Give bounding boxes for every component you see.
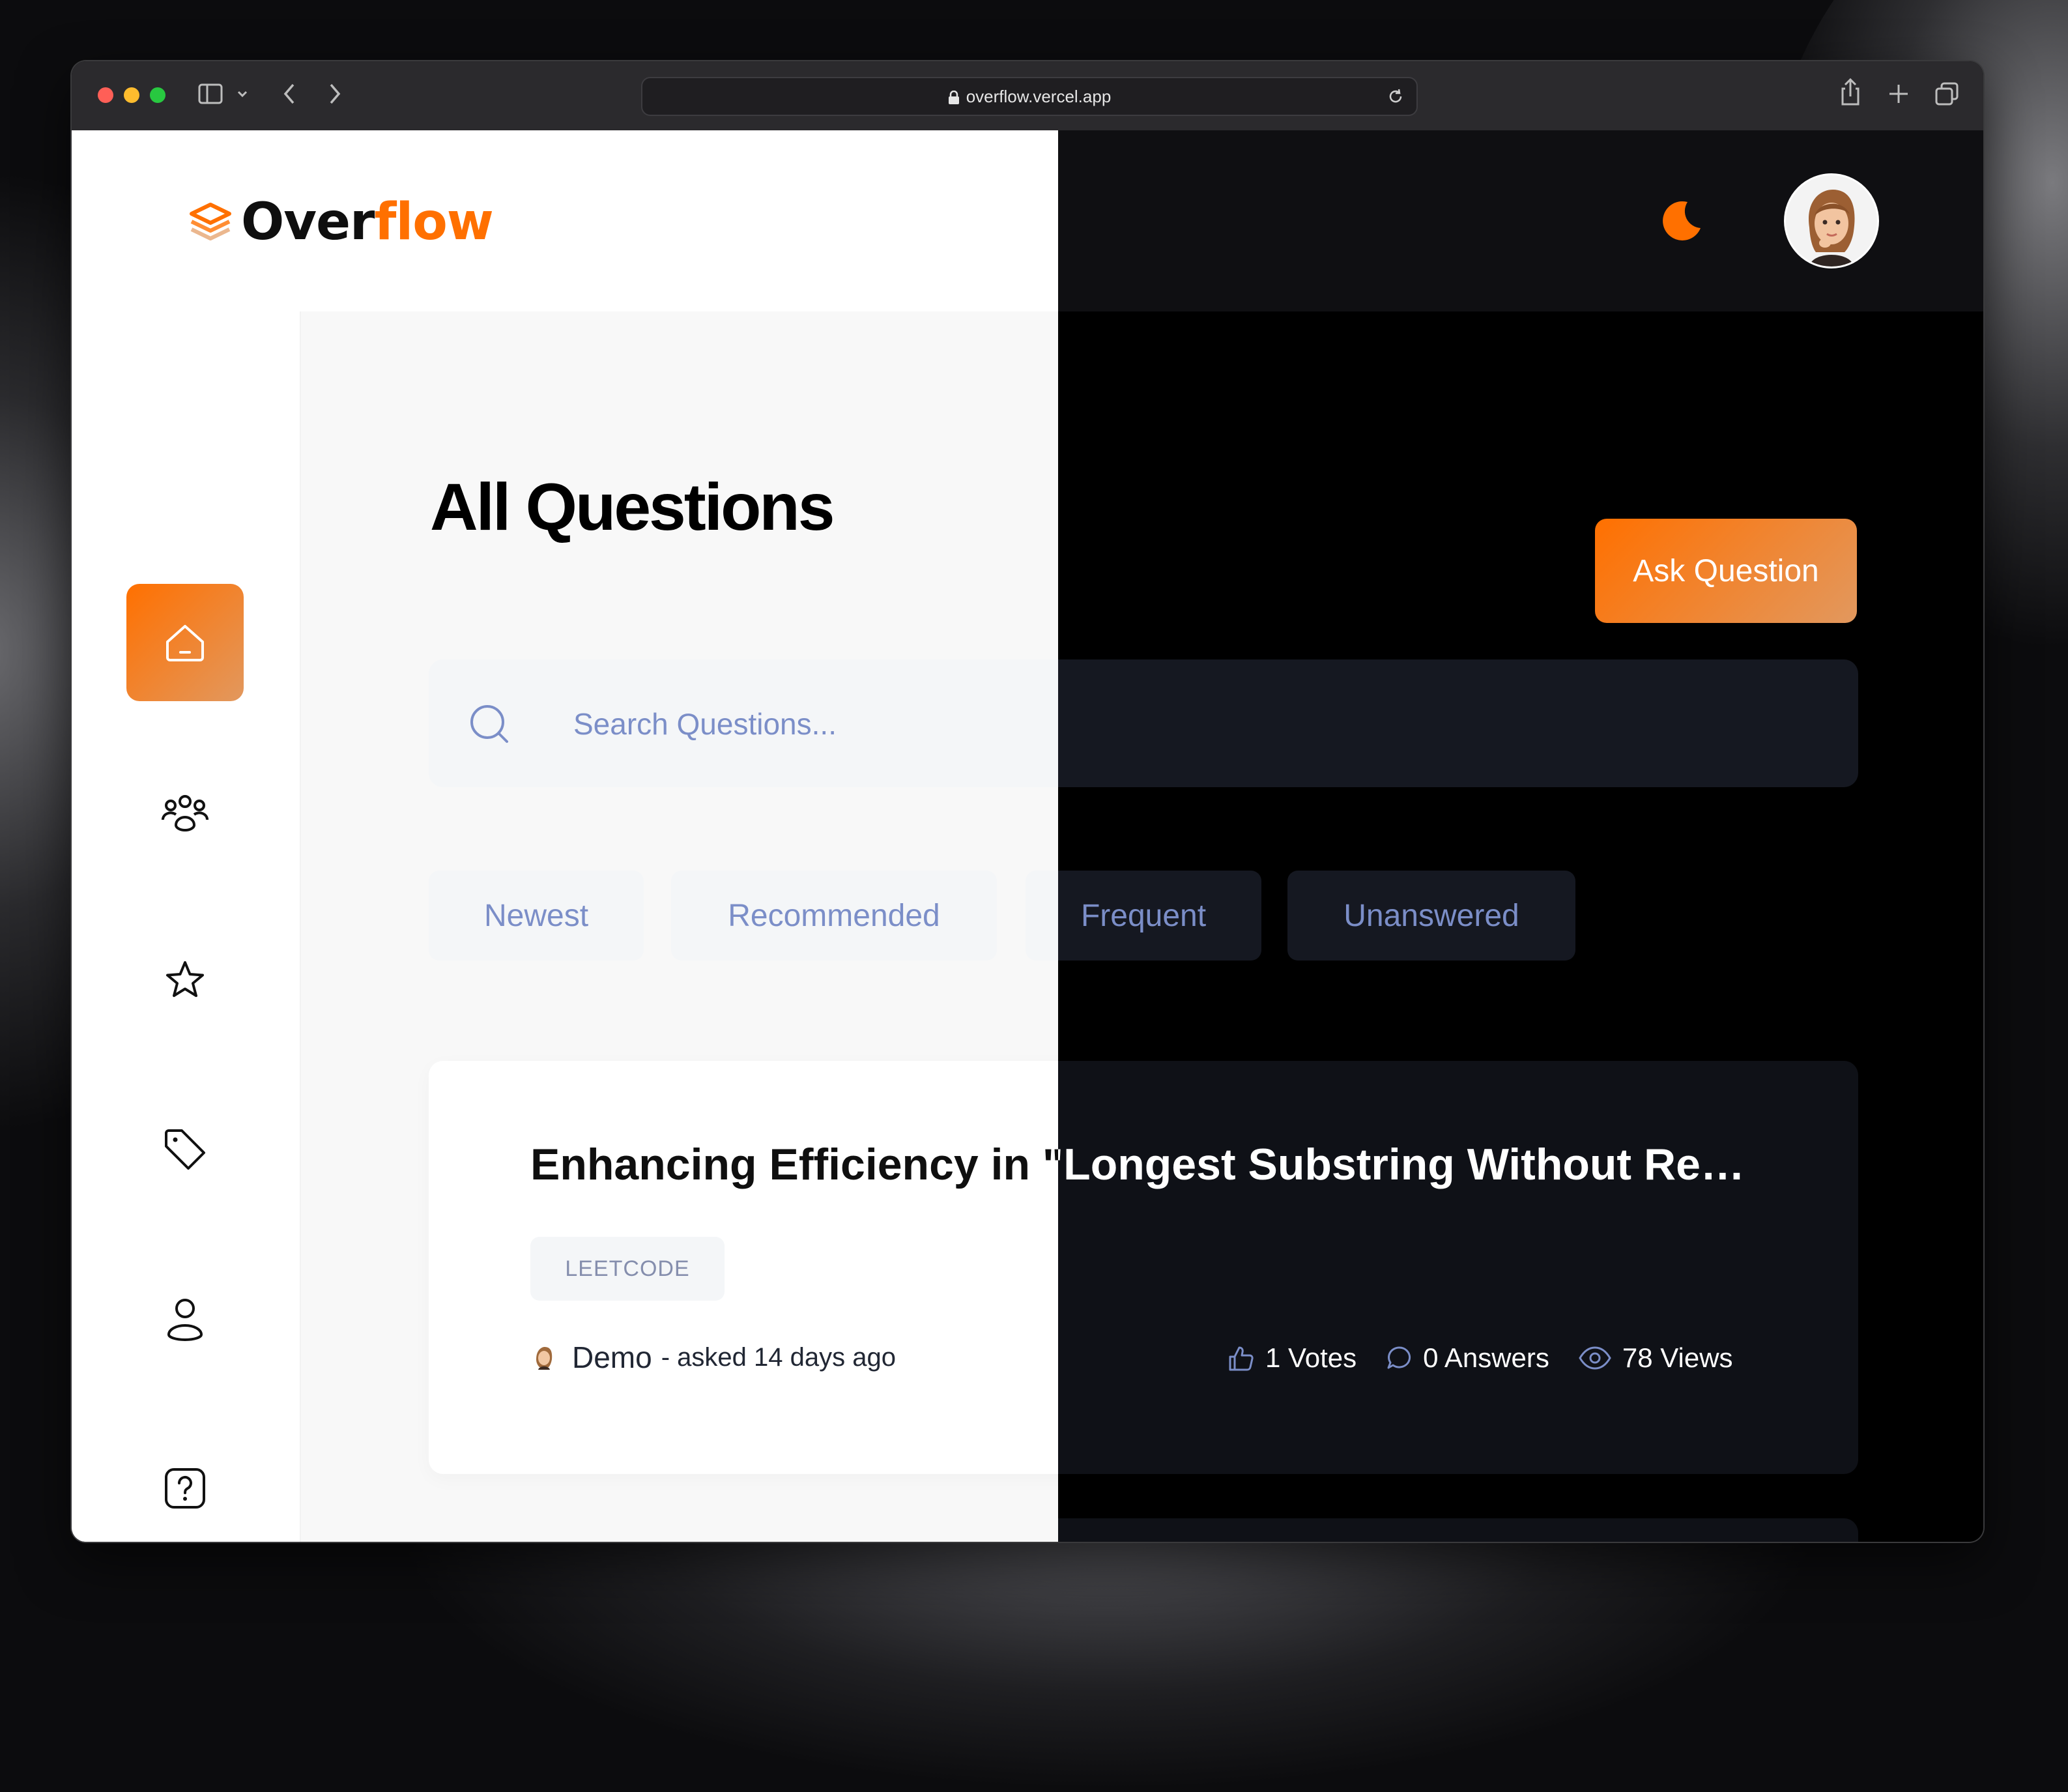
user-icon — [167, 1299, 203, 1341]
message-circle-icon — [1387, 1346, 1411, 1369]
navbar: Overflow — [72, 130, 1058, 311]
new-tab-icon[interactable] — [1887, 81, 1910, 107]
star-icon — [166, 961, 204, 997]
question-card-dark[interactable]: Enhancing Efficiency in "Longest Substri… — [1058, 1061, 1858, 1474]
logo-text-over: Over — [241, 193, 375, 252]
sidebar-item-community[interactable] — [126, 753, 244, 871]
forward-icon[interactable] — [324, 81, 345, 107]
question-stats: 1 Votes 0 Answers 78 Views — [1226, 1342, 1762, 1374]
question-author: Demo - asked 14 days ago — [530, 1340, 896, 1375]
search-input[interactable] — [572, 696, 1058, 752]
stack-logo-icon — [190, 203, 231, 240]
votes-stat: 1 Votes — [1226, 1342, 1357, 1374]
views-count: 78 Views — [1622, 1342, 1733, 1373]
filter-newest[interactable]: Newest — [429, 871, 644, 961]
users-icon — [162, 795, 208, 831]
moon-icon[interactable] — [1654, 195, 1706, 248]
votes-count: 1 Votes — [1265, 1342, 1357, 1373]
share-icon[interactable] — [1839, 77, 1862, 107]
logo[interactable]: Overflow — [186, 193, 494, 252]
views-stat: 78 Views — [1578, 1342, 1733, 1374]
user-avatar-image — [1786, 175, 1877, 267]
sidebar-item-collections[interactable] — [126, 921, 244, 1039]
tab-overview-icon[interactable] — [1934, 81, 1960, 107]
search-bar-dark[interactable] — [1058, 659, 1858, 787]
maximize-window-button[interactable] — [150, 87, 165, 103]
sidebar-toggle-icon[interactable] — [197, 81, 225, 107]
answers-count: 0 Answers — [1423, 1342, 1549, 1373]
question-title[interactable]: Enhancing Efficiency in "Longest Substri… — [530, 1139, 1058, 1190]
dark-theme-half: Ask Question Frequent Unanswered Enhanci… — [1058, 130, 1983, 1542]
close-window-button[interactable] — [98, 87, 113, 103]
eye-icon — [1579, 1346, 1611, 1370]
author-avatar[interactable] — [530, 1344, 558, 1371]
filter-frequent[interactable]: Frequent — [1026, 871, 1058, 961]
lock-icon — [948, 91, 959, 105]
ask-question-button[interactable]: Ask Question — [1595, 519, 1857, 623]
browser-toolbar: overflow.vercel.app — [72, 61, 1983, 132]
chevron-down-icon[interactable] — [236, 87, 249, 100]
question-title-dark[interactable]: Enhancing Efficiency in "Longest Substri… — [1058, 1139, 1768, 1190]
asked-time: - asked 14 days ago — [661, 1342, 896, 1372]
thumbs-up-icon — [1229, 1346, 1254, 1371]
search-icon — [470, 705, 508, 743]
tag-icon — [165, 1129, 205, 1170]
minimize-window-button[interactable] — [124, 87, 139, 103]
filter-frequent-dark[interactable]: Frequent — [1058, 871, 1261, 961]
question-card[interactable]: Enhancing Efficiency in "Longest Substri… — [429, 1061, 1058, 1474]
search-bar[interactable] — [429, 659, 1058, 787]
url-text: overflow.vercel.app — [966, 87, 1112, 106]
home-icon — [166, 625, 204, 661]
question-icon — [165, 1468, 205, 1509]
answers-stat: 0 Answers — [1385, 1342, 1549, 1374]
sidebar-item-tags[interactable] — [126, 1091, 244, 1208]
page: Overflow All Questions Search Questions.… — [72, 130, 1983, 1542]
page-title: All Questions — [430, 470, 835, 544]
reload-icon[interactable] — [1386, 87, 1405, 106]
author-name[interactable]: Demo — [572, 1340, 652, 1375]
question-tag[interactable]: LEETCODE — [530, 1237, 725, 1301]
avatar[interactable] — [1784, 173, 1879, 268]
filter-unanswered[interactable]: Unanswered — [1287, 871, 1575, 961]
logo-text-flow: flow — [374, 193, 494, 252]
address-bar[interactable]: overflow.vercel.app — [641, 77, 1418, 116]
filter-recommended[interactable]: Recommended — [671, 871, 997, 961]
sidebar-item-home[interactable] — [126, 584, 244, 701]
light-theme-half: Overflow All Questions Search Questions.… — [72, 130, 1058, 1542]
left-sidebar — [72, 311, 301, 1542]
back-icon[interactable] — [279, 81, 300, 107]
sidebar-item-profile[interactable] — [126, 1260, 244, 1378]
navbar-dark — [1058, 130, 1983, 311]
sidebar-item-ask-question[interactable] — [126, 1430, 244, 1542]
question-card-next[interactable] — [1058, 1518, 1858, 1542]
browser-window: overflow.vercel.app Overflow All Questio… — [72, 61, 1983, 1542]
logo-text: Overflow — [241, 193, 494, 252]
